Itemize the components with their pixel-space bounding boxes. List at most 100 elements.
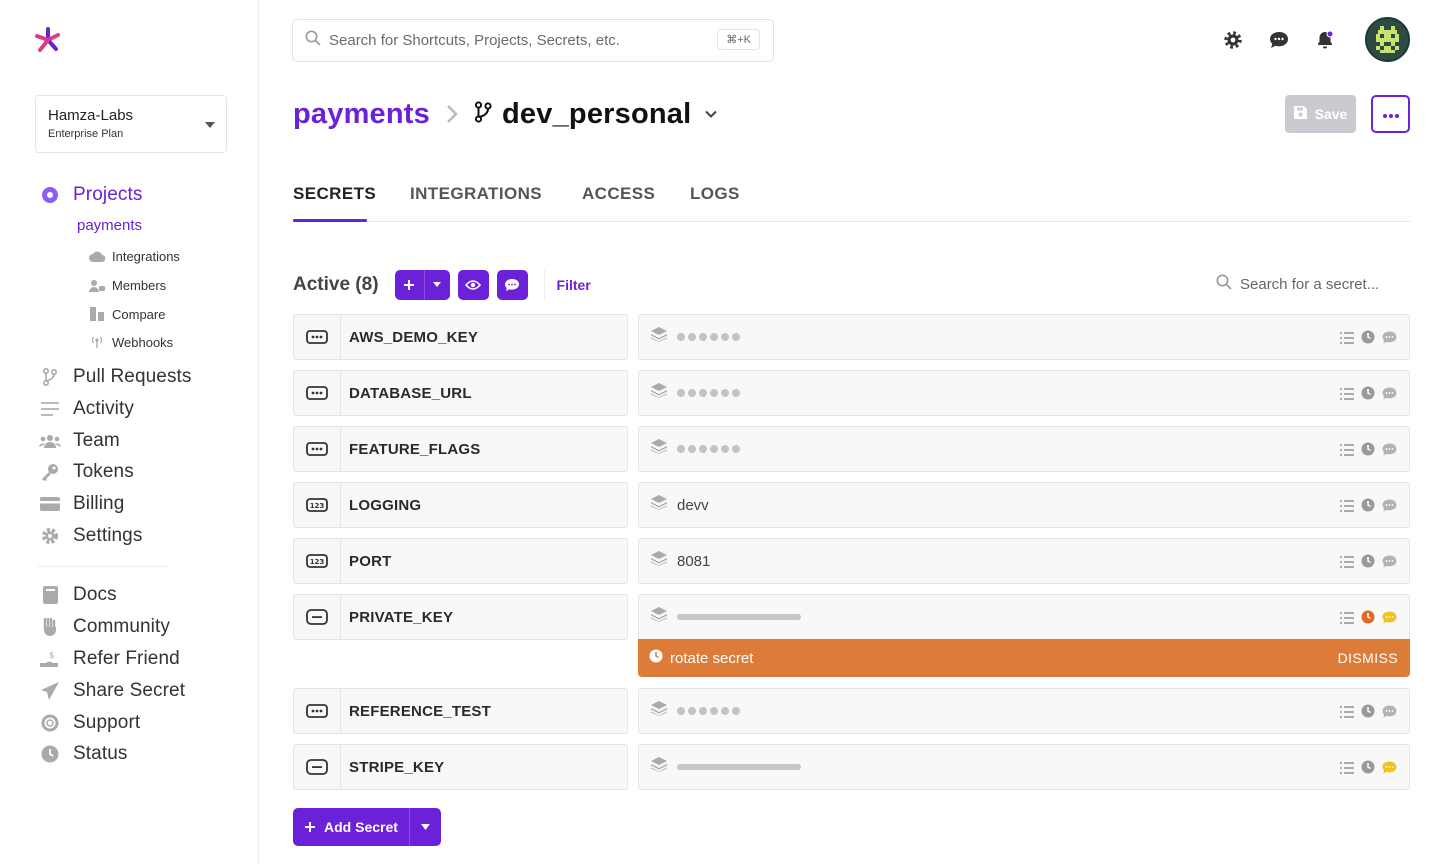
clock-icon[interactable] — [1361, 554, 1375, 573]
secret-value-box[interactable] — [638, 314, 1410, 360]
secret-key-box[interactable]: 123 LOGGING — [293, 482, 628, 528]
comment-icon[interactable] — [1382, 499, 1397, 517]
secret-value-box[interactable]: devv — [638, 482, 1410, 528]
secret-value-box[interactable] — [638, 744, 1410, 790]
comment-icon[interactable] — [1382, 555, 1397, 573]
clock-icon[interactable] — [1361, 330, 1375, 349]
list-icon[interactable] — [1340, 705, 1354, 723]
chat-icon[interactable] — [1266, 20, 1292, 60]
secret-key-box[interactable]: AWS_DEMO_KEY — [293, 314, 628, 360]
secret-key-box[interactable]: STRIPE_KEY — [293, 744, 628, 790]
sidebar-item-pull-requests[interactable]: Pull Requests — [38, 362, 192, 392]
rotate-secret-text[interactable]: rotate secret — [670, 650, 753, 667]
sidebar-item-docs[interactable]: Docs — [38, 580, 117, 610]
notifications-bell-icon[interactable] — [1312, 20, 1338, 60]
multiline-type-icon[interactable] — [294, 595, 341, 639]
sidebar-subitem-webhooks[interactable]: Webhooks — [88, 332, 173, 352]
search-icon — [305, 30, 321, 51]
secret-value-box[interactable] — [638, 594, 1410, 640]
secret-key-box[interactable]: DATABASE_URL — [293, 370, 628, 416]
tab-secrets[interactable]: SECRETS — [293, 184, 376, 204]
clock-icon — [649, 649, 663, 668]
org-switcher[interactable]: Hamza-Labs Enterprise Plan — [35, 95, 227, 153]
sidebar-item-project-payments[interactable]: payments — [77, 217, 142, 234]
toggle-visibility-button[interactable] — [457, 269, 489, 300]
sidebar-subitem-members[interactable]: Members — [88, 275, 166, 295]
secret-value-box[interactable] — [638, 370, 1410, 416]
clock-icon[interactable] — [1361, 498, 1375, 517]
sidebar-item-status[interactable]: Status — [38, 739, 127, 769]
tab-logs[interactable]: LOGS — [690, 184, 740, 204]
theme-toggle-icon[interactable] — [1220, 20, 1246, 60]
rotation-clock-icon[interactable] — [1361, 610, 1375, 629]
list-icon[interactable] — [1340, 555, 1354, 573]
number-type-icon[interactable]: 123 — [294, 539, 341, 583]
doppler-logo[interactable] — [34, 26, 62, 54]
secret-key-box[interactable]: 123 PORT — [293, 538, 628, 584]
environment-title[interactable]: dev_personal — [502, 98, 691, 131]
secret-search-input[interactable] — [1240, 276, 1410, 293]
dismiss-button[interactable]: DISMISS — [1338, 650, 1398, 666]
list-icon[interactable] — [1340, 499, 1354, 517]
tab-access[interactable]: ACCESS — [582, 184, 655, 204]
comment-icon[interactable] — [1382, 705, 1397, 723]
add-secret-quick-button[interactable] — [394, 269, 425, 300]
list-icon[interactable] — [1340, 611, 1354, 629]
clock-icon[interactable] — [1361, 442, 1375, 461]
row-actions — [1340, 704, 1397, 723]
sidebar-item-projects[interactable]: Projects — [38, 180, 142, 210]
comment-icon[interactable] — [1382, 761, 1397, 779]
sidebar-item-support[interactable]: Support — [38, 708, 140, 738]
sidebar-item-share-secret[interactable]: Share Secret — [38, 676, 185, 706]
add-secret-dropdown[interactable] — [409, 808, 441, 846]
breadcrumb-project[interactable]: payments — [293, 98, 430, 131]
sidebar-item-tokens[interactable]: Tokens — [38, 457, 134, 487]
sidebar-item-activity[interactable]: Activity — [38, 394, 134, 424]
global-search-input[interactable] — [329, 32, 709, 49]
list-icon[interactable] — [1340, 331, 1354, 349]
sidebar-subitem-compare[interactable]: Compare — [88, 304, 165, 324]
clock-icon[interactable] — [1361, 386, 1375, 405]
sidebar-subitem-integrations[interactable]: Integrations — [88, 246, 180, 266]
string-type-icon[interactable] — [294, 371, 341, 415]
sidebar-item-billing[interactable]: Billing — [38, 489, 124, 519]
secret-value-box[interactable] — [638, 688, 1410, 734]
multiline-type-icon[interactable] — [294, 745, 341, 789]
secret-search[interactable] — [1216, 274, 1410, 295]
add-secret-dropdown-button[interactable] — [424, 269, 450, 300]
filter-button[interactable]: Filter — [557, 277, 591, 293]
comment-icon[interactable] — [1382, 331, 1397, 349]
list-icon[interactable] — [1340, 443, 1354, 461]
floppy-disk-icon — [1293, 106, 1307, 122]
comment-icon[interactable] — [1382, 611, 1397, 629]
comment-icon[interactable] — [1382, 387, 1397, 405]
global-search[interactable]: ⌘+K — [292, 19, 774, 62]
add-secret-button[interactable]: Add Secret — [293, 808, 410, 846]
secret-value-box[interactable] — [638, 426, 1410, 472]
list-icon[interactable] — [1340, 761, 1354, 779]
more-options-button[interactable] — [1371, 95, 1410, 133]
string-type-icon[interactable] — [294, 689, 341, 733]
toggle-comments-button[interactable] — [496, 269, 528, 300]
chevron-down-icon[interactable] — [705, 110, 718, 118]
secret-key-box[interactable]: REFERENCE_TEST — [293, 688, 628, 734]
sidebar-item-settings[interactable]: Settings — [38, 521, 142, 551]
clock-icon[interactable] — [1361, 704, 1375, 723]
layers-icon — [651, 439, 667, 459]
secret-key-box[interactable]: FEATURE_FLAGS — [293, 426, 628, 472]
list-icon[interactable] — [1340, 387, 1354, 405]
string-type-icon[interactable] — [294, 427, 341, 471]
tab-integrations[interactable]: INTEGRATIONS — [410, 184, 542, 204]
secret-value-box[interactable]: 8081 — [638, 538, 1410, 584]
number-type-icon[interactable]: 123 — [294, 483, 341, 527]
save-button[interactable]: Save — [1285, 95, 1356, 133]
sidebar-item-refer-friend[interactable]: $ Refer Friend — [38, 644, 180, 674]
sidebar-item-team[interactable]: Team — [38, 426, 120, 456]
sidebar-item-community[interactable]: Community — [38, 612, 170, 642]
user-avatar[interactable] — [1365, 17, 1410, 62]
secret-key-box[interactable]: PRIVATE_KEY — [293, 594, 628, 640]
clock-icon[interactable] — [1361, 760, 1375, 779]
comment-icon[interactable] — [1382, 443, 1397, 461]
string-type-icon[interactable] — [294, 315, 341, 359]
list-icon — [38, 399, 62, 419]
